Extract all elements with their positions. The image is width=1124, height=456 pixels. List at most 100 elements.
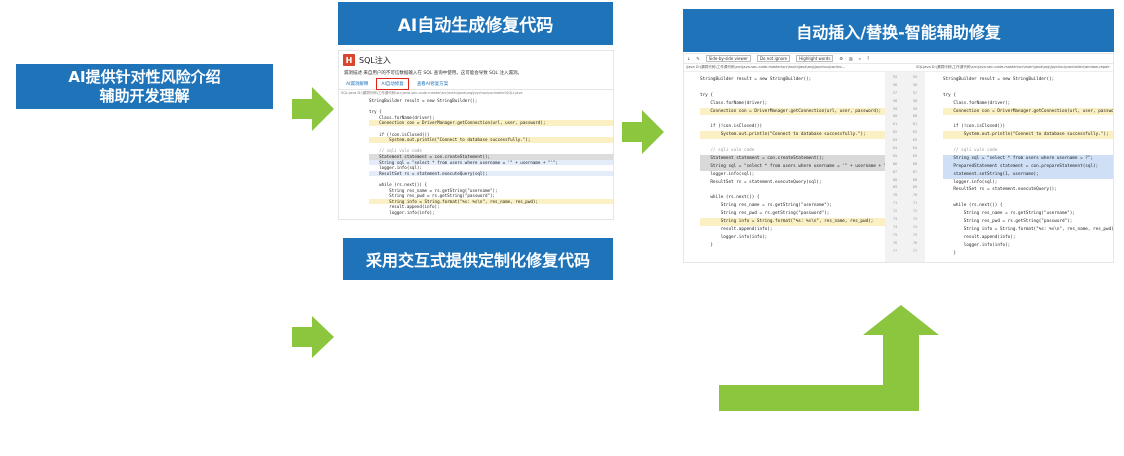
line-number-right: 60 (912, 114, 918, 119)
banner-ai-risk-intro: AI提供针对性风险介绍 辅助开发理解 (16, 64, 273, 109)
line-number-right: 73 (912, 217, 918, 222)
arrow-bent-up-icon (719, 305, 939, 411)
help-icon[interactable]: ? (867, 56, 869, 61)
diff-right-line: } (943, 250, 956, 256)
diff-right-line (943, 84, 1113, 92)
diff-left-line (700, 139, 885, 147)
diff-left-line: System.out.println("Connect to database … (700, 131, 885, 140)
diff-left-line: // sqli vuln code (700, 148, 755, 154)
diff-left-line (700, 84, 885, 92)
diff-left-line: try { (700, 92, 713, 98)
line-number-left: 72 (892, 209, 898, 214)
line-number: 59 59 (885, 106, 925, 114)
line-number-left: 64 (892, 146, 898, 151)
ai-fix-panel-screenshot: H SQL注入 漏洞描述 来自用户的不可信数据输入在 SQL 查询中使用。这可能… (338, 50, 614, 220)
line-number-right: 76 (912, 240, 918, 245)
line-number: 72 72 (885, 208, 925, 216)
code-block: StringBuilder result = new StringBuilder… (339, 96, 613, 215)
viewer-mode-select[interactable]: Side-by-side viewer (705, 55, 751, 62)
line-number-left: 66 (892, 161, 898, 166)
line-number-left: 70 (892, 193, 898, 198)
line-number: 73 73 (885, 216, 925, 224)
diff-left-line: Class.forName(driver); (700, 100, 768, 106)
line-number-left: 56 (892, 82, 898, 87)
line-number: 64 64 (885, 145, 925, 153)
line-number-right: 75 (912, 232, 918, 237)
line-number-right: 56 (912, 82, 918, 87)
diff-right-line (943, 115, 1113, 123)
line-number-left: 63 (892, 138, 898, 143)
line-number-right: 66 (912, 161, 918, 166)
diff-left-line (700, 186, 885, 194)
diff-right-line: // sqli vuln code (943, 148, 998, 154)
banner-auto-insert: 自动插入/替换-智能辅助修复 (683, 9, 1114, 52)
banner-ai-auto-generate: AI自动生成修复代码 (338, 2, 613, 45)
diff-right-line (943, 139, 1113, 147)
diff-right-line: String res_name = rs.getString("username… (943, 211, 1075, 217)
arrow-right-icon-2 (292, 316, 334, 358)
line-number-right: 68 (912, 177, 918, 182)
diff-right-line: PreparedStatement statement = con.prepar… (943, 162, 1113, 171)
banner-interactive-fix: 采用交互式提供定制化修复代码 (343, 238, 613, 280)
tab-ai-auto-fix[interactable]: AI自动修复 (376, 77, 409, 90)
line-number-right: 64 (912, 146, 918, 151)
line-number-right: 65 (912, 153, 918, 158)
toolbar-down-icon[interactable]: ↓ (687, 56, 690, 61)
diff-right-line: statement.setString(1, username); (943, 170, 1113, 179)
line-number-right: 70 (912, 193, 918, 198)
banner-ai-risk-line2: 辅助开发理解 (99, 86, 190, 105)
diff-left-line: String res_pwd = rs.getString("password"… (700, 211, 830, 217)
diff-left-line: String info = String.format("%s: %s\n", … (700, 218, 885, 226)
diff-right-line: StringBuilder result = new StringBuilder… (943, 77, 1055, 82)
line-number-right: 62 (912, 130, 918, 135)
diff-left-line: } (700, 242, 713, 248)
diff-right-line: Connection con = DriverManager.getConnec… (943, 107, 1114, 116)
line-number: 55 55 (885, 74, 925, 82)
line-number-right: 72 (912, 209, 918, 214)
diff-right-line: if (!con.isClosed()) (943, 124, 1006, 130)
search-icon[interactable]: ⌕ (859, 56, 861, 61)
line-number-right: 57 (912, 90, 918, 95)
diff-left-line: logger.info(info); (700, 234, 768, 240)
diff-left-line: String res_name = rs.getString("username… (700, 203, 832, 209)
line-number: 57 57 (885, 90, 925, 98)
line-number-left: 77 (892, 248, 898, 253)
columns-icon[interactable]: ▥ (849, 56, 853, 61)
diff-right-line: String res_pwd = rs.getString("password"… (943, 219, 1073, 225)
toolbar-edit-icon[interactable]: ✎ (696, 56, 699, 61)
diff-left-line: while (rs.next()) { (700, 195, 760, 201)
line-number-right: 71 (912, 201, 918, 206)
ai-tabs: AI漏洞解释 AI自动修复 查看AI修复方案 (339, 77, 613, 90)
settings-icon[interactable]: ⚙ (839, 56, 843, 61)
line-number: 77 77 (885, 248, 925, 256)
diff-left-line: String sql = "select * from users where … (700, 162, 885, 171)
ignore-select[interactable]: Do not ignore (756, 55, 791, 62)
line-number-right: 74 (912, 224, 918, 229)
diff-left-line: if (!con.isClosed()) (700, 124, 763, 130)
tab-ai-explain[interactable]: AI漏洞解释 (344, 80, 370, 88)
line-number-right: 55 (912, 75, 918, 79)
tab-ai-fix-plan[interactable]: 查看AI修复方案 (415, 80, 450, 88)
line-number: 62 62 (885, 129, 925, 137)
line-number-left: 60 (892, 114, 898, 119)
line-number-right: 63 (912, 138, 918, 143)
diff-left-line: ResultSet rs = statement.executeQuery(sq… (700, 179, 822, 185)
diff-right-line: System.out.println("Connect to database … (943, 131, 1113, 140)
diff-right-line: String sql = "select * from users where … (943, 154, 1113, 163)
line-number-left: 69 (892, 185, 898, 190)
line-number-left: 76 (892, 240, 898, 245)
code-line: logger.info(info); (369, 209, 435, 215)
diff-left-line: result.append(info); (700, 226, 773, 232)
line-number-left: 65 (892, 153, 898, 158)
highlight-select[interactable]: Highlight words (796, 55, 834, 62)
line-number-left: 58 (892, 98, 898, 103)
line-number: 60 60 (885, 113, 925, 121)
line-number: 63 63 (885, 137, 925, 145)
diff-right-line (943, 194, 1113, 202)
vuln-header: H SQL注入 (339, 51, 613, 69)
diff-left-line: Connection con = DriverManager.getConnec… (700, 107, 885, 116)
diff-paths: /java D:\漏洞代码\工作源代码\src\java-sec-code-ma… (684, 64, 1113, 72)
diff-left-line: StringBuilder result = new StringBuilder… (700, 77, 812, 82)
banner-ai-risk-line1: AI提供针对性风险介绍 (68, 67, 221, 86)
line-number-right: 67 (912, 169, 918, 174)
